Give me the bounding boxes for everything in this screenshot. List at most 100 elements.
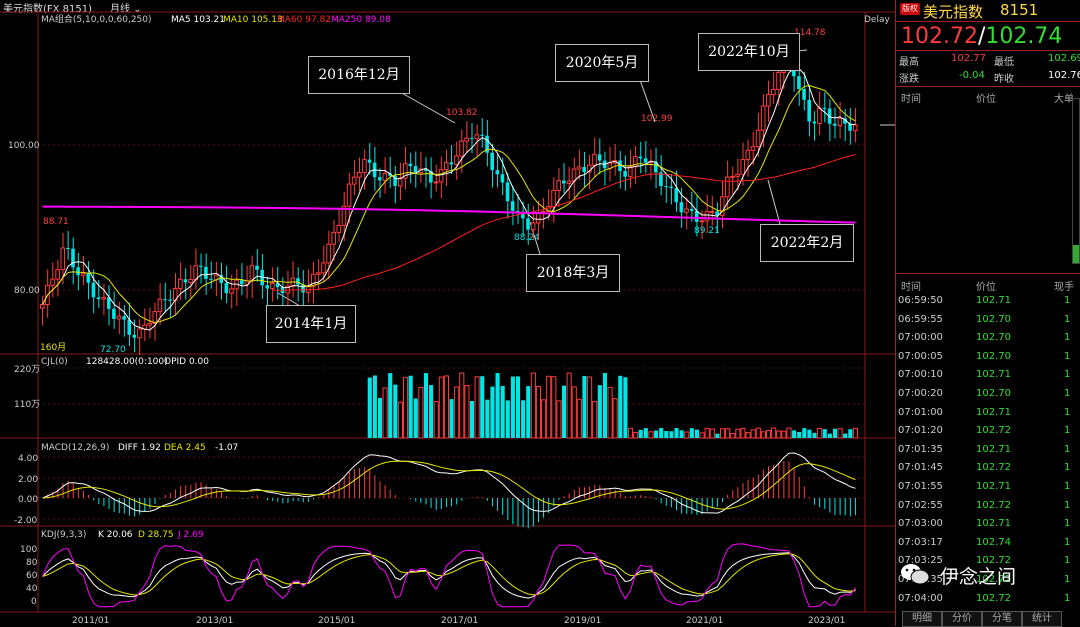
candle-body <box>50 278 55 286</box>
tick-row[interactable]: 07:00:20 102.70 1 <box>896 385 1080 404</box>
tick-row[interactable]: 07:03:17 102.74 1 <box>896 534 1080 553</box>
watermark: 伊念之间 <box>900 558 1080 598</box>
tick-tabs: 明细 分价 分笔 统计 <box>898 611 1080 627</box>
candle-body <box>684 208 689 213</box>
candle-body <box>807 99 811 122</box>
candle-body <box>802 88 806 100</box>
volume-bar <box>730 432 736 439</box>
volume-bar <box>817 427 823 439</box>
tick-row[interactable]: 06:59:50 102.71 1 <box>896 292 1080 311</box>
volume-bar <box>776 430 782 439</box>
candle-body <box>60 247 66 271</box>
tab-stats[interactable]: 统计 <box>1022 611 1062 627</box>
candle-body <box>122 316 126 320</box>
ticks-time-header: 时间 <box>901 282 921 293</box>
volume-bar <box>781 430 787 439</box>
high-label: 最高 <box>899 57 919 68</box>
kdj-series <box>42 543 856 608</box>
volume-bar <box>827 433 832 438</box>
volume-bar <box>397 401 403 439</box>
mini-scrollbar[interactable] <box>1072 98 1080 264</box>
price-label-102-99: 102.99 <box>641 114 673 124</box>
tick-vol: 1 <box>1064 443 1071 455</box>
x-label-2021: 2021/01 <box>686 616 723 626</box>
volume-value: 128428.00(0:100) <box>86 357 168 367</box>
tick-time: 07:00:05 <box>898 350 943 362</box>
main-chart-area[interactable]: MA组合(5,10,0,0,60,250) MA5 103.21 MA10 10… <box>0 0 895 626</box>
volume-bar <box>566 372 572 439</box>
candle-body <box>510 201 515 211</box>
x-label-2023: 2023/01 <box>808 616 845 626</box>
volume-bar <box>377 397 383 438</box>
tab-trades[interactable]: 分笔 <box>982 611 1022 627</box>
candle-body <box>526 218 530 230</box>
candle-body <box>730 175 735 178</box>
volume-bar <box>735 428 741 439</box>
candle-body <box>669 186 673 188</box>
volume-bar <box>438 376 444 439</box>
tick-row[interactable]: 07:02:55 102.72 1 <box>896 497 1080 516</box>
tick-row[interactable]: 07:00:05 102.70 1 <box>896 348 1080 367</box>
candle-body <box>408 163 413 167</box>
candle-body <box>852 124 858 132</box>
candle-body <box>265 285 270 289</box>
volume-bar <box>474 376 480 439</box>
candle-body <box>116 315 122 320</box>
volume-bar <box>719 428 726 439</box>
period-count: 160月 <box>40 342 66 353</box>
candle-body <box>397 177 403 187</box>
divider <box>896 21 1080 22</box>
watermark-text: 伊念之间 <box>940 566 1017 588</box>
tick-row[interactable]: 06:59:55 102.70 1 <box>896 311 1080 330</box>
candle-body <box>725 176 730 198</box>
volume-bar <box>495 373 500 438</box>
tick-time: 07:02:55 <box>898 499 943 511</box>
tick-vol: 1 <box>1064 462 1071 474</box>
candle-body <box>664 186 668 188</box>
volume-bar <box>556 400 562 439</box>
candle-body <box>178 278 183 290</box>
candle-body <box>689 208 694 211</box>
candle-body <box>469 138 474 140</box>
kdj-y-60: 60 <box>26 571 38 581</box>
volume-bar <box>413 398 418 438</box>
candle-body <box>198 265 203 267</box>
candle-body <box>239 280 244 285</box>
tick-price: 102.71 <box>976 481 1011 492</box>
candle-body <box>137 328 142 339</box>
macd-diff-line <box>42 452 856 514</box>
tick-row[interactable]: 07:01:00 102.71 1 <box>896 404 1080 423</box>
candle-body <box>91 282 96 298</box>
tick-price: 102.71 <box>976 369 1011 381</box>
volume-bar <box>443 375 450 439</box>
candle-body <box>817 107 822 124</box>
volume-bar <box>797 431 802 438</box>
macd-legend: MACD(12,26,9) <box>41 443 109 453</box>
volume-bar <box>832 428 838 438</box>
tick-time: 07:00:00 <box>898 332 943 344</box>
tick-row[interactable]: 07:00:00 102.70 1 <box>896 329 1080 348</box>
volume-bar <box>802 428 807 438</box>
tick-row[interactable]: 07:01:20 102.72 1 <box>896 422 1080 441</box>
candle-body <box>459 140 464 157</box>
tick-vol: 1 <box>1064 406 1071 418</box>
candle-body <box>699 220 705 223</box>
tick-row[interactable]: 07:01:55 102.71 1 <box>896 478 1080 497</box>
tick-time: 07:01:55 <box>898 481 943 492</box>
tick-vol: 1 <box>1064 332 1071 344</box>
candle-body <box>709 210 715 213</box>
tab-price-dist[interactable]: 分价 <box>942 611 982 627</box>
tick-row[interactable]: 07:00:10 102.71 1 <box>896 366 1080 385</box>
candle-body <box>183 279 188 283</box>
ticks-price-header: 价位 <box>976 282 996 293</box>
candle-body <box>132 334 137 338</box>
candlestick-series <box>40 33 858 356</box>
volume-bar <box>627 427 634 439</box>
volume-bars <box>367 372 859 439</box>
volume-bar <box>612 398 618 439</box>
volume-bar <box>725 428 731 439</box>
tick-row[interactable]: 07:03:00 102.71 1 <box>896 515 1080 534</box>
tab-detail[interactable]: 明细 <box>902 611 942 627</box>
tick-row[interactable]: 07:01:35 102.71 1 <box>896 441 1080 460</box>
tick-row[interactable]: 07:01:45 102.72 1 <box>896 459 1080 478</box>
